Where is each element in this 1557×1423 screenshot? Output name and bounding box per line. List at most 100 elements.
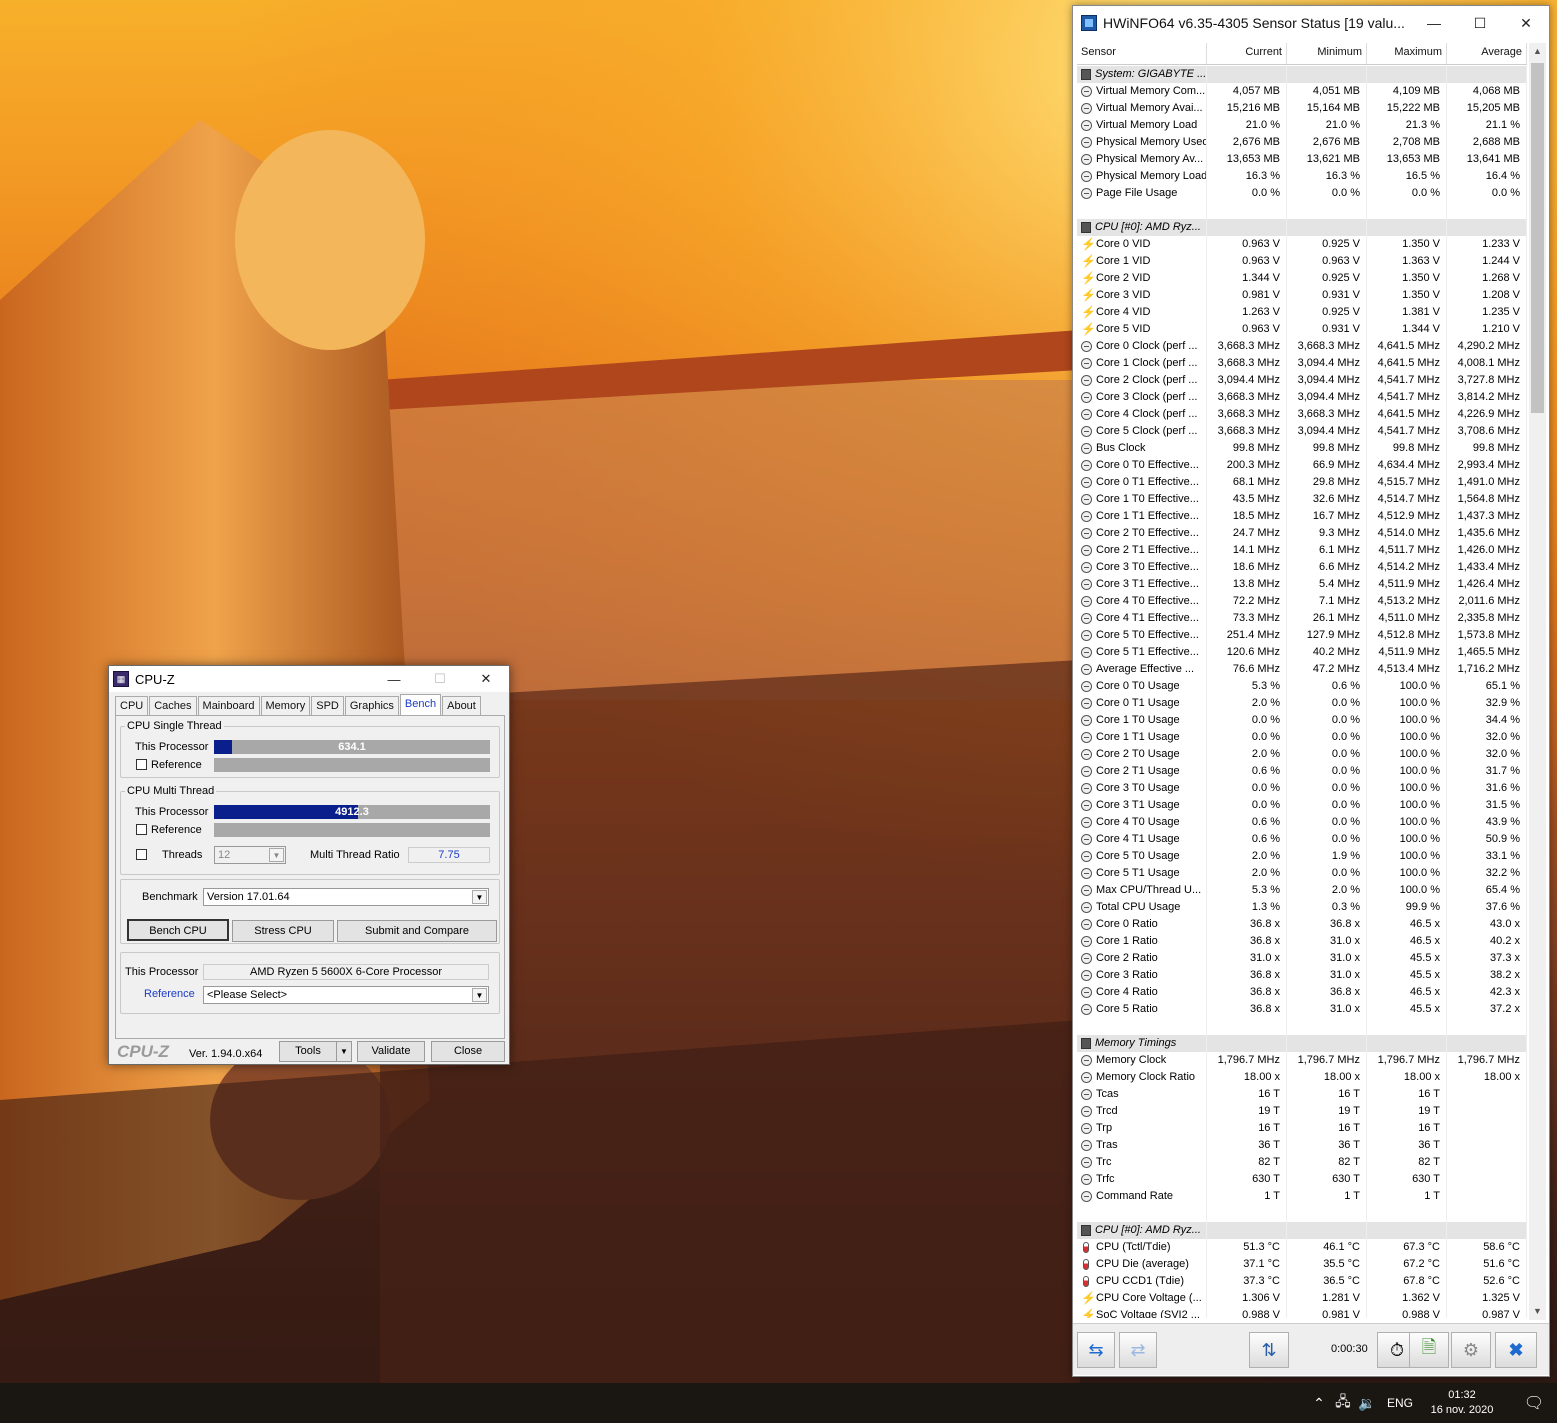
tab-mainboard[interactable]: Mainboard <box>197 696 260 715</box>
sensor-row[interactable]: ⚡ Core 0 VID 0.963 V 0.925 V 1.350 V 1.233 V <box>1077 236 1527 253</box>
sensor-row[interactable]: ⚡ Core 2 VID 1.344 V 0.925 V 1.350 V 1.268 V <box>1077 270 1527 287</box>
sensor-row[interactable]: ⚡ Core 1 VID 0.963 V 0.963 V 1.363 V 1.244 V <box>1077 253 1527 270</box>
bench-cpu-button[interactable]: Bench CPU <box>127 919 229 941</box>
sensor-row[interactable]: ⚡ Core 5 VID 0.963 V 0.931 V 1.344 V 1.210 V <box>1077 321 1527 338</box>
sensor-row[interactable]: Core 1 Ratio 36.8 x 31.0 x 46.5 x 40.2 x <box>1077 933 1527 950</box>
sensor-row[interactable]: Page File Usage 0.0 % 0.0 % 0.0 % 0.0 % <box>1077 185 1527 202</box>
sensor-row[interactable]: Core 1 T0 Usage 0.0 % 0.0 % 100.0 % 34.4 % <box>1077 712 1527 729</box>
sensor-row[interactable]: Core 5 T0 Usage 2.0 % 1.9 % 100.0 % 33.1 % <box>1077 848 1527 865</box>
sensor-row[interactable]: ⚡ CPU Core Voltage (... 1.306 V 1.281 V 1.36… <box>1077 1290 1527 1307</box>
sensor-row[interactable]: Core 3 Ratio 36.8 x 31.0 x 45.5 x 38.2 x <box>1077 967 1527 984</box>
logging-button[interactable]: 🗎 <box>1409 1332 1449 1368</box>
sensor-row[interactable]: CPU Die (average) 37.1 °C 35.5 °C 67.2 °C 51… <box>1077 1256 1527 1273</box>
sensor-row[interactable]: Trc 82 T 82 T 82 T <box>1077 1154 1527 1171</box>
reference-link[interactable]: Reference <box>144 988 195 1000</box>
tab-graphics[interactable]: Graphics <box>344 696 399 715</box>
sensor-row[interactable]: Trp 16 T 16 T 16 T <box>1077 1120 1527 1137</box>
tab-about[interactable]: About <box>442 696 481 715</box>
sensor-row[interactable]: Core 3 Clock (perf ... 3,668.3 MHz 3,094.4… <box>1077 389 1527 406</box>
network-sensors-button[interactable]: ⇅ <box>1249 1332 1289 1368</box>
tab-caches[interactable]: Caches <box>149 696 197 715</box>
sensor-group-row[interactable]: CPU [#0]: AMD Ryz... <box>1077 1222 1527 1239</box>
sensor-row[interactable]: Core 0 T0 Effective... 200.3 MHz 66.9 MHz 4… <box>1077 457 1527 474</box>
column-header-average[interactable]: Average <box>1447 43 1527 64</box>
sensor-group-row[interactable]: Memory Timings <box>1077 1035 1527 1052</box>
sensor-row[interactable]: Core 2 Ratio 31.0 x 31.0 x 45.5 x 37.3 x <box>1077 950 1527 967</box>
network-icon[interactable]: 🖧 <box>1331 1383 1355 1423</box>
sensor-group-row[interactable]: System: GIGABYTE ... <box>1077 66 1527 83</box>
hwinfo-titlebar[interactable]: HWiNFO64 v6.35-4305 Sensor Status [19 va… <box>1073 6 1549 40</box>
submit-and-compare-button[interactable]: Submit and Compare <box>337 920 497 942</box>
threads-checkbox[interactable] <box>136 849 147 860</box>
sensor-row[interactable]: Total CPU Usage 1.3 % 0.3 % 99.9 % 37.6 % <box>1077 899 1527 916</box>
cpuz-titlebar[interactable]: ▦ CPU-Z — ☐ ✕ <box>109 666 509 692</box>
sensor-row[interactable]: Core 1 Clock (perf ... 3,668.3 MHz 3,094.4… <box>1077 355 1527 372</box>
close-sensors-button[interactable]: ✖ <box>1495 1332 1537 1368</box>
sensor-row[interactable]: Core 4 Clock (perf ... 3,668.3 MHz 3,668.3… <box>1077 406 1527 423</box>
validate-button[interactable]: Validate <box>357 1041 425 1062</box>
sensor-row[interactable]: ⚡ Core 4 VID 1.263 V 0.925 V 1.381 V 1.235 V <box>1077 304 1527 321</box>
tools-button[interactable]: Tools <box>279 1041 337 1062</box>
taskbar-clock[interactable]: 01:32 16 nov. 2020 <box>1427 1388 1497 1418</box>
sensor-row[interactable]: Command Rate 1 T1 T1 T <box>1077 1188 1527 1205</box>
sensor-row[interactable]: Bus Clock 99.8 MHz 99.8 MHz 99.8 MHz 99.8 MH… <box>1077 440 1527 457</box>
reference-dropdown[interactable]: <Please Select> ▼ <box>203 986 489 1004</box>
sensor-row[interactable]: Core 4 T1 Effective... 73.3 MHz 26.1 MHz 4,… <box>1077 610 1527 627</box>
settings-button[interactable]: ⚙ <box>1451 1332 1491 1368</box>
column-header-maximum[interactable]: Maximum <box>1367 43 1447 64</box>
tab-cpu[interactable]: CPU <box>115 696 149 715</box>
column-header-sensor[interactable]: Sensor <box>1077 43 1207 64</box>
tab-bench[interactable]: Bench <box>399 694 442 715</box>
sensor-row[interactable]: CPU CCD1 (Tdie) 37.3 °C 36.5 °C 67.8 °C 52.6… <box>1077 1273 1527 1290</box>
close-button[interactable]: ✕ <box>463 666 509 692</box>
sensor-row[interactable]: Core 4 T1 Usage 0.6 % 0.0 % 100.0 % 50.9 % <box>1077 831 1527 848</box>
sensor-row[interactable]: Tras 36 T 36 T 36 T <box>1077 1137 1527 1154</box>
benchmark-version-dropdown[interactable]: Version 17.01.64 ▼ <box>203 888 489 906</box>
tab-memory[interactable]: Memory <box>260 696 311 715</box>
sensor-row[interactable]: Core 0 Clock (perf ... 3,668.3 MHz 3,668.3… <box>1077 338 1527 355</box>
minimize-button[interactable]: — <box>371 666 417 692</box>
stress-cpu-button[interactable]: Stress CPU <box>232 920 334 942</box>
sensor-row[interactable]: Core 0 T0 Usage 5.3 % 0.6 % 100.0 % 65.1 % <box>1077 678 1527 695</box>
sensor-row[interactable]: Core 0 T1 Usage 2.0 % 0.0 % 100.0 % 32.9 % <box>1077 695 1527 712</box>
vertical-scrollbar[interactable]: ▲ ▼ <box>1529 43 1546 1320</box>
sensor-row[interactable]: Virtual Memory Com... 4,057 MB 4,051 MB 4,1… <box>1077 83 1527 100</box>
sensor-row[interactable]: Average Effective ... 76.6 MHz 47.2 MHz 4,5… <box>1077 661 1527 678</box>
sensor-group-row[interactable]: CPU [#0]: AMD Ryz... <box>1077 219 1527 236</box>
sensor-row[interactable]: Core 3 T0 Effective... 18.6 MHz 6.6 MHz 4,5… <box>1077 559 1527 576</box>
sensor-row[interactable]: Core 5 T0 Effective... 251.4 MHz 127.9 MHz… <box>1077 627 1527 644</box>
sensor-row[interactable]: Core 5 Ratio 36.8 x 31.0 x 45.5 x 37.2 x <box>1077 1001 1527 1018</box>
close-button[interactable]: ✕ <box>1503 6 1549 40</box>
sensor-table[interactable]: System: GIGABYTE ... Virtual Memory Com..… <box>1077 66 1527 1318</box>
sensor-row[interactable]: Core 3 T1 Usage 0.0 % 0.0 % 100.0 % 31.5 % <box>1077 797 1527 814</box>
notification-center-icon[interactable]: 🗨 <box>1511 1383 1557 1423</box>
sensor-row[interactable]: Core 0 T1 Effective... 68.1 MHz 29.8 MHz 4,… <box>1077 474 1527 491</box>
sensor-row[interactable]: Core 2 T0 Usage 2.0 % 0.0 % 100.0 % 32.0 % <box>1077 746 1527 763</box>
sensor-row[interactable]: Core 5 T1 Usage 2.0 % 0.0 % 100.0 % 32.2 % <box>1077 865 1527 882</box>
sensor-row[interactable]: Core 1 T0 Effective... 43.5 MHz 32.6 MHz 4,… <box>1077 491 1527 508</box>
sensor-row[interactable]: Max CPU/Thread U... 5.3 % 2.0 % 100.0 % 65.4… <box>1077 882 1527 899</box>
sensor-row[interactable]: Core 1 T1 Effective... 18.5 MHz 16.7 MHz 4,… <box>1077 508 1527 525</box>
sensor-row[interactable]: Core 2 T1 Effective... 14.1 MHz 6.1 MHz 4,5… <box>1077 542 1527 559</box>
column-header-minimum[interactable]: Minimum <box>1287 43 1367 64</box>
sensor-row[interactable]: CPU (Tctl/Tdie) 51.3 °C 46.1 °C 67.3 °C 58.6… <box>1077 1239 1527 1256</box>
sensor-row[interactable]: Core 5 T1 Effective... 120.6 MHz 40.2 MHz 4… <box>1077 644 1527 661</box>
tools-dropdown-button[interactable]: ▼ <box>336 1041 352 1062</box>
expand-arrows-button[interactable]: ⇆ <box>1077 1332 1115 1368</box>
sensor-row[interactable]: Core 4 Ratio 36.8 x 36.8 x 46.5 x 42.3 x <box>1077 984 1527 1001</box>
sensor-row[interactable]: Core 4 T0 Usage 0.6 % 0.0 % 100.0 % 43.9 % <box>1077 814 1527 831</box>
tab-spd[interactable]: SPD <box>311 696 344 715</box>
sensor-row[interactable]: Tcas 16 T 16 T 16 T <box>1077 1086 1527 1103</box>
sensor-row[interactable]: Core 2 T1 Usage 0.6 % 0.0 % 100.0 % 31.7 % <box>1077 763 1527 780</box>
sensor-row[interactable]: Core 3 T1 Effective... 13.8 MHz 5.4 MHz 4,5… <box>1077 576 1527 593</box>
sensor-row[interactable]: Core 4 T0 Effective... 72.2 MHz 7.1 MHz 4,5… <box>1077 593 1527 610</box>
single-reference-checkbox[interactable] <box>136 759 147 770</box>
sensor-row[interactable]: ⚡ SoC Voltage (SVI2 ... 0.988 V 0.981 V 0.98… <box>1077 1307 1527 1318</box>
sensor-row[interactable]: Core 5 Clock (perf ... 3,668.3 MHz 3,094.4… <box>1077 423 1527 440</box>
sensor-row[interactable]: Memory Clock 1,796.7 MHz 1,796.7 MHz 1,796.… <box>1077 1052 1527 1069</box>
sensor-row[interactable]: Physical Memory Load 16.3 % 16.3 % 16.5 % 16… <box>1077 168 1527 185</box>
scroll-down-arrow-icon[interactable]: ▼ <box>1529 1303 1546 1320</box>
scrollbar-thumb[interactable] <box>1531 63 1544 413</box>
sensor-row[interactable]: Memory Clock Ratio 18.00 x 18.00 x 18.00 x1… <box>1077 1069 1527 1086</box>
collapse-arrows-button[interactable]: ⇄ <box>1119 1332 1157 1368</box>
